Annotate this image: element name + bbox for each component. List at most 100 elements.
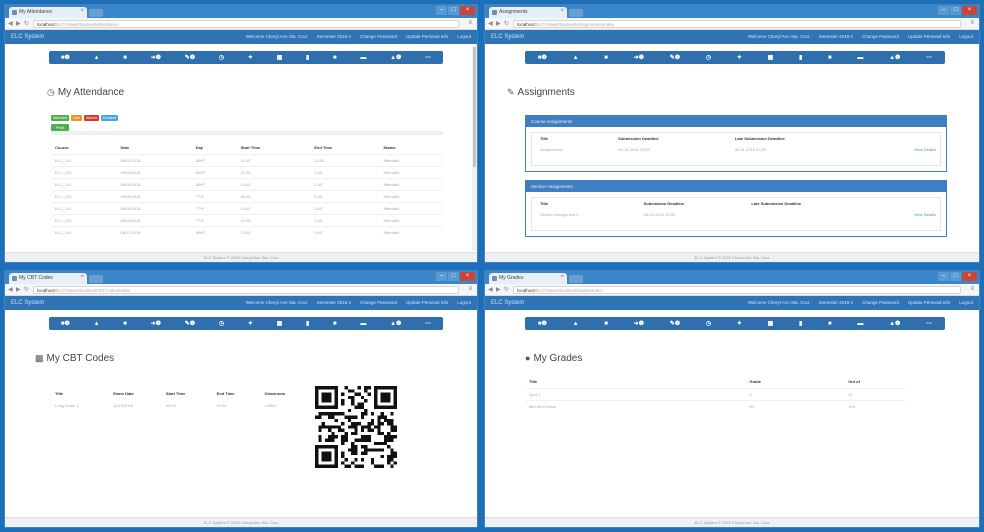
users-icon[interactable]: ▲❶ [889, 320, 900, 327]
browser-menu-icon[interactable]: ≡ [468, 20, 472, 26]
star-icon[interactable]: ✦ [248, 54, 253, 61]
book-icon[interactable]: ■ [604, 55, 608, 61]
star-icon[interactable]: ✦ [737, 320, 742, 327]
back-icon[interactable]: ◀ [488, 286, 493, 293]
welcome-link[interactable]: Welcome Cheryl Ann Sta. Cruz [246, 300, 308, 305]
logout-link[interactable]: Logout [959, 300, 973, 305]
edit-icon[interactable]: ✎❶ [185, 320, 195, 327]
close-tab-icon[interactable]: × [80, 274, 84, 280]
url-input[interactable]: localhost/ELC/Views/Student/Attendance [33, 20, 459, 28]
reload-icon[interactable]: ↻ [24, 286, 29, 293]
maximize-button[interactable]: □ [448, 6, 459, 15]
scrollbar-thumb[interactable] [473, 47, 476, 167]
close-tab-icon[interactable]: × [80, 8, 84, 14]
forward-icon[interactable]: ▶ [496, 20, 501, 27]
more-icon[interactable]: ⋯ [425, 54, 431, 61]
welcome-link[interactable]: Welcome Cheryl Ann Sta. Cruz [748, 34, 810, 39]
user-icon[interactable]: ▲ [94, 321, 100, 327]
view-details-link[interactable]: View Details [864, 143, 940, 154]
update-info-link[interactable]: Update Personal Info [908, 300, 950, 305]
url-input[interactable]: localhost/ELC/Views/Student/Assignments/… [513, 20, 961, 28]
signin-icon[interactable]: ➜❶ [151, 320, 161, 327]
close-tab-icon[interactable]: × [560, 274, 564, 280]
brand-name[interactable]: ELC System [491, 34, 524, 40]
browser-menu-icon[interactable]: ≡ [468, 286, 472, 292]
edit-icon[interactable]: ✎❶ [670, 54, 680, 61]
book-icon[interactable]: ■ [123, 55, 127, 61]
clock-icon[interactable]: ◷ [706, 54, 711, 61]
minimize-button[interactable]: – [938, 6, 949, 15]
view-details-link[interactable]: View Details [870, 208, 940, 219]
forward-icon[interactable]: ▶ [496, 286, 501, 293]
back-icon[interactable]: ◀ [8, 20, 13, 27]
reload-icon[interactable]: ↻ [504, 20, 509, 27]
user-icon[interactable]: ▲ [573, 55, 579, 61]
edit-icon[interactable]: ✎❶ [670, 320, 680, 327]
grid-icon[interactable]: ▦ [768, 320, 774, 327]
home-icon[interactable]: ■❶ [61, 320, 70, 327]
semester-link[interactable]: Semester 2016-1 [819, 34, 854, 39]
browser-menu-icon[interactable]: ≡ [970, 20, 974, 26]
welcome-link[interactable]: Welcome Cheryl Ann Sta. Cruz [748, 300, 810, 305]
browser-tab[interactable]: My Attendance × [9, 7, 87, 18]
browser-tab[interactable]: My Grades × [489, 273, 567, 284]
user-icon[interactable]: ▲ [94, 55, 100, 61]
browser-tab[interactable]: My CBT Codes × [9, 273, 87, 284]
forward-icon[interactable]: ▶ [16, 286, 21, 293]
change-password-link[interactable]: Change Password [862, 34, 899, 39]
file-icon[interactable]: ■ [333, 55, 337, 61]
logout-link[interactable]: Logout [457, 300, 471, 305]
new-tab-button[interactable] [569, 9, 583, 17]
users-icon[interactable]: ▲❶ [390, 54, 401, 61]
file-icon[interactable]: ■ [828, 321, 832, 327]
close-window-button[interactable]: × [962, 6, 977, 15]
clock-icon[interactable]: ◷ [219, 54, 224, 61]
update-info-link[interactable]: Update Personal Info [908, 34, 950, 39]
forward-icon[interactable]: ▶ [16, 20, 21, 27]
semester-link[interactable]: Semester 2016-1 [317, 300, 352, 305]
users-icon[interactable]: ▲❶ [889, 54, 900, 61]
maximize-button[interactable]: □ [448, 272, 459, 281]
minimize-button[interactable]: – [436, 6, 447, 15]
print-button[interactable]: Print [51, 124, 70, 131]
close-tab-icon[interactable]: × [560, 8, 564, 14]
new-tab-button[interactable] [569, 275, 583, 283]
star-icon[interactable]: ✦ [248, 320, 253, 327]
browser-tab[interactable]: Assignments × [489, 7, 567, 18]
user-icon[interactable]: ▲ [573, 321, 579, 327]
grid-icon[interactable]: ▦ [768, 54, 774, 61]
more-icon[interactable]: ⋯ [425, 320, 431, 327]
clock-icon[interactable]: ◷ [219, 320, 224, 327]
chat-icon[interactable]: ▬ [360, 55, 366, 61]
logout-link[interactable]: Logout [959, 34, 973, 39]
info-icon[interactable]: ▮ [306, 54, 309, 61]
change-password-link[interactable]: Change Password [360, 34, 397, 39]
more-icon[interactable]: ⋯ [926, 320, 932, 327]
grid-icon[interactable]: ▦ [277, 54, 283, 61]
url-input[interactable]: localhost/ELC/Views/Student/Grades/Index [513, 286, 961, 294]
close-window-button[interactable]: × [962, 272, 977, 281]
logout-link[interactable]: Logout [457, 34, 471, 39]
new-tab-button[interactable] [89, 9, 103, 17]
change-password-link[interactable]: Change Password [862, 300, 899, 305]
info-icon[interactable]: ▮ [306, 320, 309, 327]
book-icon[interactable]: ■ [123, 321, 127, 327]
file-icon[interactable]: ■ [828, 55, 832, 61]
home-icon[interactable]: ■❶ [538, 54, 547, 61]
file-icon[interactable]: ■ [333, 321, 337, 327]
chat-icon[interactable]: ▬ [857, 321, 863, 327]
minimize-button[interactable]: – [938, 272, 949, 281]
users-icon[interactable]: ▲❶ [390, 320, 401, 327]
new-tab-button[interactable] [89, 275, 103, 283]
back-icon[interactable]: ◀ [8, 286, 13, 293]
reload-icon[interactable]: ↻ [504, 286, 509, 293]
brand-name[interactable]: ELC System [11, 34, 44, 40]
home-icon[interactable]: ■❶ [538, 320, 547, 327]
star-icon[interactable]: ✦ [737, 54, 742, 61]
reload-icon[interactable]: ↻ [24, 20, 29, 27]
close-window-button[interactable]: × [460, 272, 475, 281]
back-icon[interactable]: ◀ [488, 20, 493, 27]
update-info-link[interactable]: Update Personal Info [406, 300, 448, 305]
change-password-link[interactable]: Change Password [360, 300, 397, 305]
update-info-link[interactable]: Update Personal Info [406, 34, 448, 39]
